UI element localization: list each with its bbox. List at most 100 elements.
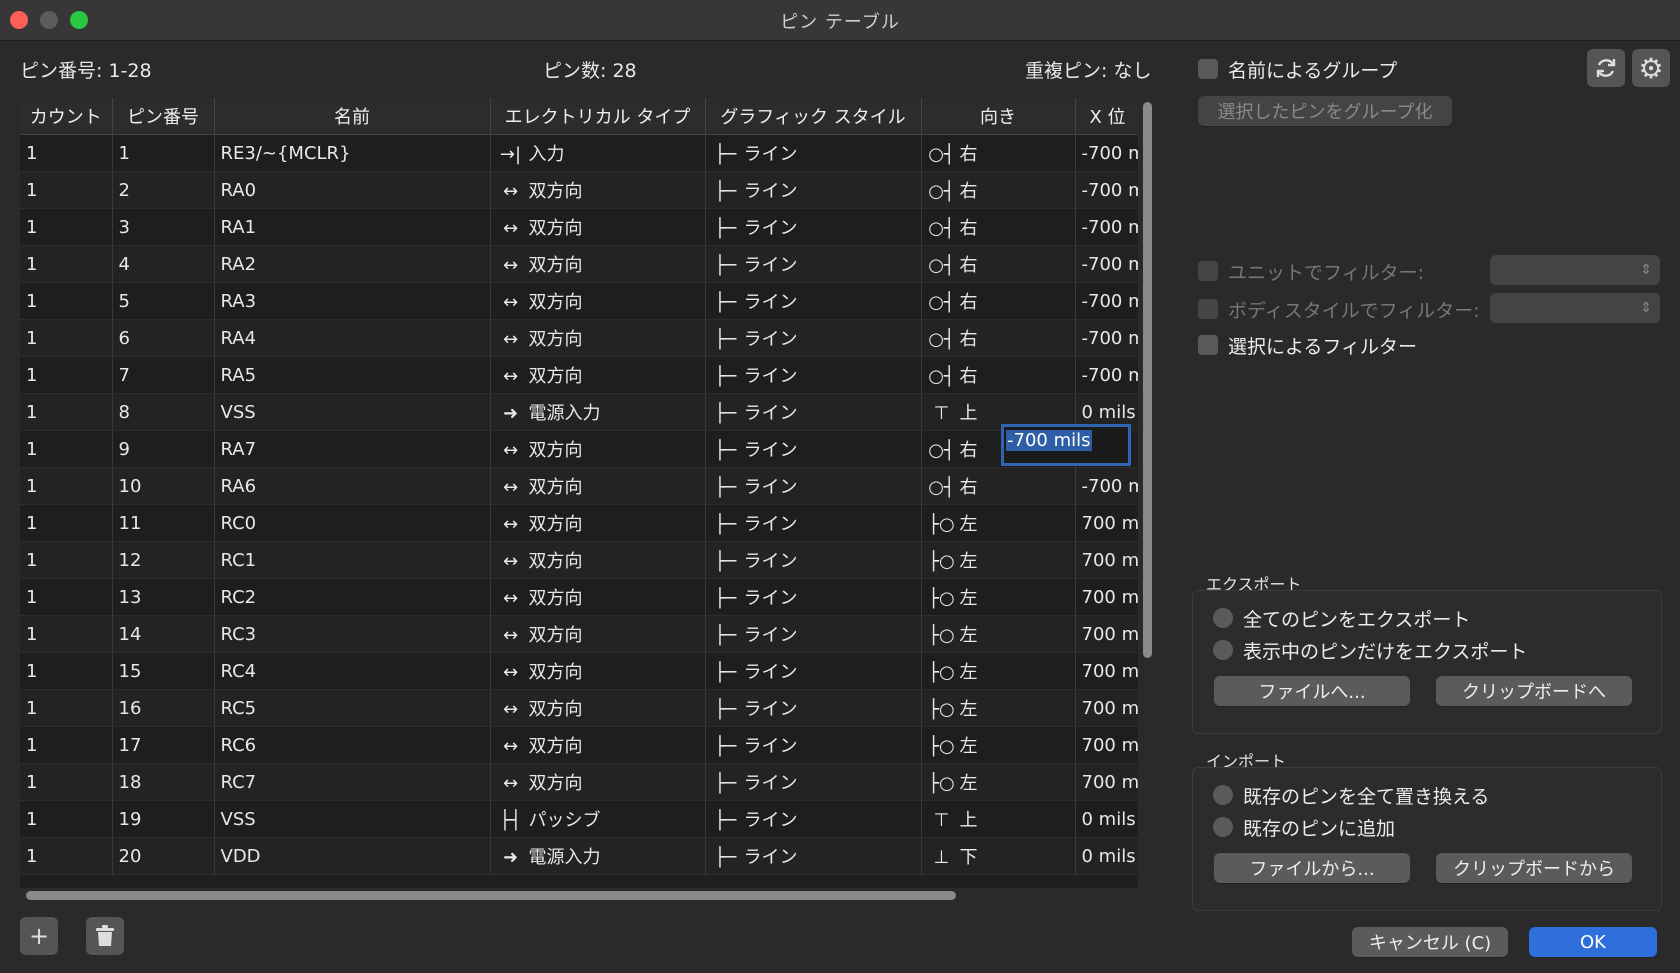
graphic-style-cell[interactable]: ├─ ライン	[705, 726, 922, 764]
electrical-type-cell[interactable]: ↔ 双方向	[490, 171, 706, 209]
graphic-style-cell[interactable]: ├─ ライン	[705, 763, 922, 801]
count-cell[interactable]: 1	[20, 430, 113, 468]
x-position-cell[interactable]: -700 mils	[1075, 134, 1138, 172]
pin-number-cell[interactable]: 6	[112, 319, 215, 357]
table-row[interactable]: 118RC7↔双方向├─ライン├○左700 mils	[20, 763, 1138, 801]
electrical-type-cell[interactable]: ↔ 双方向	[490, 319, 706, 357]
electrical-type-cell[interactable]: ↔ 双方向	[490, 578, 706, 616]
pin-number-cell[interactable]: 9	[112, 430, 215, 468]
x-position-cell[interactable]: 700 mils	[1075, 578, 1138, 616]
pin-number-cell[interactable]: 8	[112, 393, 215, 431]
import-from-file-button[interactable]: ファイルから...	[1214, 853, 1410, 883]
x-position-cell[interactable]: 700 mils	[1075, 541, 1138, 579]
orientation-cell[interactable]: ⊤ 上	[921, 800, 1076, 838]
count-cell[interactable]: 1	[20, 578, 113, 616]
table-row[interactable]: 17RA5↔双方向├─ライン○┤右-700 mils	[20, 356, 1138, 394]
count-cell[interactable]: 1	[20, 134, 113, 172]
refresh-button[interactable]	[1587, 49, 1625, 87]
import-replace-all-radio[interactable]	[1213, 785, 1233, 805]
table-row[interactable]: 114RC3↔双方向├─ライン├○左700 mils	[20, 615, 1138, 653]
orientation-cell[interactable]: ├○ 左	[921, 726, 1076, 764]
orientation-cell[interactable]: ├○ 左	[921, 652, 1076, 690]
count-cell[interactable]: 1	[20, 726, 113, 764]
electrical-type-cell[interactable]: ➜ 電源入力	[490, 837, 706, 875]
graphic-style-cell[interactable]: ├─ ライン	[705, 467, 922, 505]
filter-by-unit-checkbox[interactable]	[1198, 261, 1218, 281]
electrical-type-cell[interactable]: ↔ 双方向	[490, 282, 706, 320]
orientation-cell[interactable]: ○┤ 右	[921, 245, 1076, 283]
count-cell[interactable]: 1	[20, 689, 113, 727]
pin-number-cell[interactable]: 4	[112, 245, 215, 283]
count-cell[interactable]: 1	[20, 356, 113, 394]
count-cell[interactable]: 1	[20, 208, 113, 246]
pin-number-cell[interactable]: 19	[112, 800, 215, 838]
count-cell[interactable]: 1	[20, 800, 113, 838]
name-cell[interactable]: RA6	[214, 467, 491, 505]
name-cell[interactable]: RC1	[214, 541, 491, 579]
count-cell[interactable]: 1	[20, 393, 113, 431]
pin-number-cell[interactable]: 14	[112, 615, 215, 653]
name-cell[interactable]: RC2	[214, 578, 491, 616]
count-cell[interactable]: 1	[20, 467, 113, 505]
x-position-cell[interactable]: -700 mils	[1075, 282, 1138, 320]
x-position-cell[interactable]: 700 mils	[1075, 504, 1138, 542]
pin-number-cell[interactable]: 17	[112, 726, 215, 764]
electrical-type-cell[interactable]: ↔ 双方向	[490, 615, 706, 653]
table-row[interactable]: 11RE3/~{MCLR}→|入力├─ライン○┤右-700 mils	[20, 134, 1138, 172]
electrical-type-cell[interactable]: ↔ 双方向	[490, 541, 706, 579]
name-cell[interactable]: RA1	[214, 208, 491, 246]
electrical-type-cell[interactable]: ↔ 双方向	[490, 208, 706, 246]
graphic-style-cell[interactable]: ├─ ライン	[705, 652, 922, 690]
export-to-clipboard-button[interactable]: クリップボードへ	[1436, 676, 1632, 706]
electrical-type-cell[interactable]: ↔ 双方向	[490, 763, 706, 801]
table-row[interactable]: 111RC0↔双方向├─ライン├○左700 mils	[20, 504, 1138, 542]
electrical-type-cell[interactable]: ↔ 双方向	[490, 356, 706, 394]
pin-number-cell[interactable]: 3	[112, 208, 215, 246]
orientation-cell[interactable]: ├○ 左	[921, 689, 1076, 727]
count-cell[interactable]: 1	[20, 837, 113, 875]
group-by-name-checkbox[interactable]	[1198, 59, 1218, 79]
name-cell[interactable]: RC0	[214, 504, 491, 542]
column-header-orientation[interactable]: 向き	[921, 98, 1076, 135]
settings-button[interactable]: ⚙	[1632, 49, 1670, 87]
cancel-button[interactable]: キャンセル (C)	[1352, 927, 1508, 957]
orientation-cell[interactable]: ○┤ 右	[921, 467, 1076, 505]
pin-number-cell[interactable]: 20	[112, 837, 215, 875]
orientation-cell[interactable]: ○┤ 右	[921, 171, 1076, 209]
electrical-type-cell[interactable]: ➜ 電源入力	[490, 393, 706, 431]
x-position-edit-field[interactable]: -700 mils	[1001, 424, 1131, 466]
graphic-style-cell[interactable]: ├─ ライン	[705, 393, 922, 431]
name-cell[interactable]: RC7	[214, 763, 491, 801]
pin-number-cell[interactable]: 5	[112, 282, 215, 320]
count-cell[interactable]: 1	[20, 504, 113, 542]
pin-number-cell[interactable]: 11	[112, 504, 215, 542]
count-cell[interactable]: 1	[20, 763, 113, 801]
pin-number-cell[interactable]: 12	[112, 541, 215, 579]
graphic-style-cell[interactable]: ├─ ライン	[705, 837, 922, 875]
pin-number-cell[interactable]: 15	[112, 652, 215, 690]
column-header-electrical-type[interactable]: エレクトリカル タイプ	[490, 98, 706, 135]
pin-number-cell[interactable]: 7	[112, 356, 215, 394]
name-cell[interactable]: RA7	[214, 430, 491, 468]
graphic-style-cell[interactable]: ├─ ライン	[705, 208, 922, 246]
name-cell[interactable]: RE3/~{MCLR}	[214, 134, 491, 172]
pin-number-cell[interactable]: 16	[112, 689, 215, 727]
table-row[interactable]: 117RC6↔双方向├─ライン├○左700 mils	[20, 726, 1138, 764]
x-position-cell[interactable]: -700 mils	[1075, 208, 1138, 246]
name-cell[interactable]: RA5	[214, 356, 491, 394]
count-cell[interactable]: 1	[20, 652, 113, 690]
unit-filter-select[interactable]: ⇕	[1490, 255, 1660, 285]
x-position-cell[interactable]: -700 mils	[1075, 467, 1138, 505]
export-to-file-button[interactable]: ファイルへ...	[1214, 676, 1410, 706]
electrical-type-cell[interactable]: ↔ 双方向	[490, 689, 706, 727]
export-all-pins-radio[interactable]	[1213, 608, 1233, 628]
delete-pin-button[interactable]	[86, 917, 124, 955]
orientation-cell[interactable]: ├○ 左	[921, 578, 1076, 616]
column-header-graphic-style[interactable]: グラフィック スタイル	[705, 98, 922, 135]
pin-number-cell[interactable]: 2	[112, 171, 215, 209]
x-position-cell[interactable]: -700 mils	[1075, 356, 1138, 394]
table-row[interactable]: 112RC1↔双方向├─ライン├○左700 mils	[20, 541, 1138, 579]
pin-number-cell[interactable]: 18	[112, 763, 215, 801]
graphic-style-cell[interactable]: ├─ ライン	[705, 578, 922, 616]
name-cell[interactable]: VSS	[214, 800, 491, 838]
